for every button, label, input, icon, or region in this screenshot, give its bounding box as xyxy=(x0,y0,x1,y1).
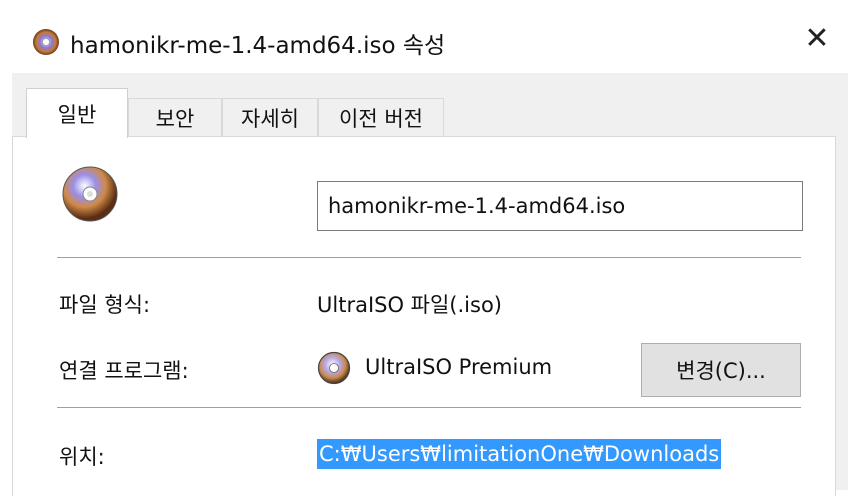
tab-general[interactable]: 일반 xyxy=(26,88,128,138)
general-tab-panel: 파일 형식: UltraISO 파일(.iso) 연결 프로그램: UltraI… xyxy=(12,136,836,496)
tab-security[interactable]: 보안 xyxy=(128,98,222,136)
opens-with-label: 연결 프로그램: xyxy=(59,359,189,383)
close-icon: ✕ xyxy=(804,20,830,56)
tab-previous-versions[interactable]: 이전 버전 xyxy=(318,98,444,136)
file-name-field[interactable] xyxy=(317,181,803,231)
disc-icon xyxy=(33,29,59,55)
opens-with-value: UltraISO Premium xyxy=(365,355,553,379)
tab-strip: 일반 보안 자세히 이전 버전 xyxy=(12,88,848,138)
change-button[interactable]: 변경(C)... xyxy=(641,343,801,397)
disc-icon xyxy=(62,166,118,222)
tab-label: 일반 xyxy=(57,102,97,127)
location-label: 위치: xyxy=(59,445,105,469)
tab-label: 이전 버전 xyxy=(339,106,423,131)
divider xyxy=(57,407,801,408)
close-button[interactable]: ✕ xyxy=(796,18,838,58)
ultraiso-icon xyxy=(317,351,351,385)
properties-dialog: hamonikr-me-1.4-amd64.iso 속성 ✕ 일반 보안 자세히… xyxy=(12,0,848,496)
title-bar[interactable]: hamonikr-me-1.4-amd64.iso 속성 ✕ xyxy=(12,0,848,73)
window-edge xyxy=(0,0,12,490)
location-value[interactable]: C:₩Users₩limitationOne₩Downloads xyxy=(317,439,722,469)
file-type-label: 파일 형식: xyxy=(59,293,151,317)
divider xyxy=(57,257,801,258)
file-type-value: UltraISO 파일(.iso) xyxy=(317,293,502,317)
tab-label: 자세히 xyxy=(241,106,299,131)
tab-label: 보안 xyxy=(155,106,195,131)
tab-details[interactable]: 자세히 xyxy=(222,98,318,136)
window-title: hamonikr-me-1.4-amd64.iso 속성 xyxy=(70,33,446,59)
